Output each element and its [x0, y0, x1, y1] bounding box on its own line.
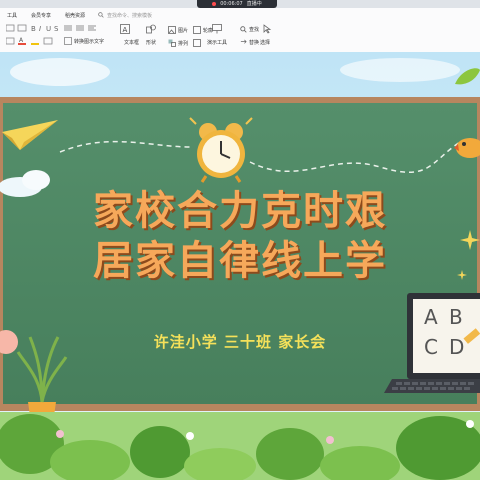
select-label-wrap[interactable]: 选择 [260, 39, 270, 46]
menu-bar: 工具 会员专享 稻壳资源 查找命令、搜索模板 [0, 8, 480, 22]
menu-member[interactable]: 会员专享 [24, 12, 58, 19]
find-icon [240, 26, 247, 33]
svg-text:S: S [54, 25, 59, 32]
image-icon [168, 26, 176, 34]
live-timer: 00:06:07 [220, 1, 243, 7]
font-color-group[interactable]: A [6, 37, 66, 45]
menu-docer[interactable]: 稻壳资源 [58, 12, 92, 19]
present-tools-label-wrap[interactable]: 演示工具 [207, 39, 227, 46]
shape-icon [146, 24, 156, 34]
convert-art-text[interactable]: 转换图示文字 [64, 37, 104, 45]
title-line-2: 居家自律线上学 [93, 237, 387, 284]
slide-title[interactable]: 家校合力克时艰 居家自律线上学 [0, 186, 480, 286]
textbox-button[interactable]: A [120, 24, 130, 34]
svg-text:B: B [31, 25, 36, 32]
outline-icon [193, 26, 201, 34]
textbox-icon: A [120, 24, 130, 34]
shape-label-wrap[interactable]: 形状 [146, 39, 156, 46]
live-label: 直播中 [246, 1, 262, 7]
outline-button[interactable]: 轮廓 [193, 26, 213, 34]
font-format-group[interactable]: BIUS [6, 24, 66, 32]
select-icon [263, 24, 272, 34]
shape-label: 形状 [146, 40, 157, 46]
command-search[interactable]: 查找命令、搜索模板 [98, 12, 152, 19]
replace-button[interactable]: 替换 [240, 39, 259, 46]
present-tools-icon [212, 24, 222, 34]
svg-text:U: U [46, 25, 51, 32]
ribbon: BIUS A 转换图示文字 A 文本框 形状 图片 排列 轮廓 演示工具 查找 … [0, 22, 480, 52]
command-search-placeholder: 查找命令、搜索模板 [107, 12, 153, 19]
search-icon [98, 12, 104, 18]
image-label: 图片 [178, 27, 189, 34]
arrange-button[interactable]: 排列 [168, 39, 188, 47]
svg-text:B: B [449, 305, 463, 329]
arrange-label: 排列 [178, 40, 189, 47]
title-line-1: 家校合力克时艰 [93, 187, 387, 234]
live-dot-icon [212, 2, 217, 6]
select-label: 选择 [260, 40, 271, 46]
textbox-label-wrap[interactable]: 文本框 [124, 39, 139, 46]
svg-text:A: A [123, 26, 128, 34]
find-label: 查找 [249, 27, 260, 33]
replace-icon [240, 39, 247, 44]
convert-art-label: 转换图示文字 [74, 38, 105, 45]
arrange-icon [168, 39, 176, 47]
textbox-label: 文本框 [124, 40, 140, 46]
svg-text:A: A [19, 37, 24, 44]
live-status-pill[interactable]: 00:06:07 直播中 [197, 0, 277, 8]
convert-icon [64, 37, 72, 45]
present-tools-button[interactable] [212, 24, 222, 34]
presentation-app-toolbar: 工具 会员专享 稻壳资源 查找命令、搜索模板 BIUS A 转换图示文字 A 文… [0, 8, 480, 53]
present-tools-label: 演示工具 [207, 40, 228, 46]
svg-text:A: A [424, 305, 438, 329]
slide-canvas[interactable]: A B C D 家校合力克时艰 居家自律线上学 许洼小学 三十班 家长会 [0, 52, 480, 480]
image-button[interactable]: 图片 [168, 26, 188, 34]
select-button[interactable] [262, 24, 272, 34]
find-button[interactable]: 查找 [240, 26, 259, 33]
fill-icon [193, 39, 201, 47]
menu-tools[interactable]: 工具 [0, 12, 24, 19]
fill-button[interactable] [193, 39, 201, 47]
svg-text:I: I [39, 25, 41, 32]
paragraph-group[interactable] [64, 24, 114, 32]
shape-button[interactable] [146, 24, 156, 34]
slide-subtitle[interactable]: 许洼小学 三十班 家长会 [0, 331, 480, 352]
replace-label: 替换 [249, 40, 260, 46]
